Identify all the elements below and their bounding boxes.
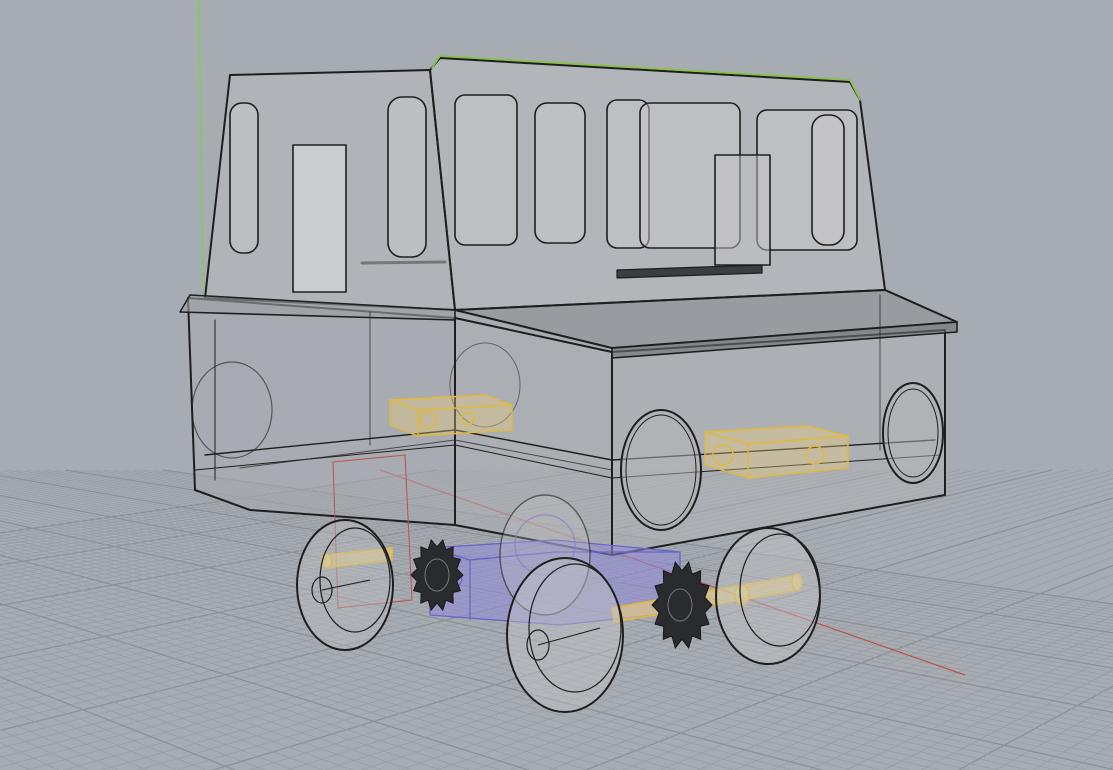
window-cab-2 xyxy=(387,96,427,258)
porthole-front xyxy=(620,409,702,531)
porthole-right xyxy=(882,382,944,484)
servo-motor-left[interactable] xyxy=(389,394,513,437)
window-cab-1 xyxy=(229,102,259,254)
window-mid xyxy=(714,154,771,266)
servo-motor-right[interactable] xyxy=(704,425,849,479)
window-front-1 xyxy=(454,94,518,246)
window-cab-door xyxy=(292,144,347,293)
window-front-6 xyxy=(811,114,845,246)
rhino-perspective-viewport[interactable] xyxy=(0,0,1113,770)
window-front-2 xyxy=(534,102,586,244)
wheel-rear-left[interactable] xyxy=(296,519,394,651)
wheel-front-right[interactable] xyxy=(715,527,821,665)
bus-body[interactable] xyxy=(179,55,958,556)
wheel-front-left[interactable] xyxy=(506,557,624,713)
